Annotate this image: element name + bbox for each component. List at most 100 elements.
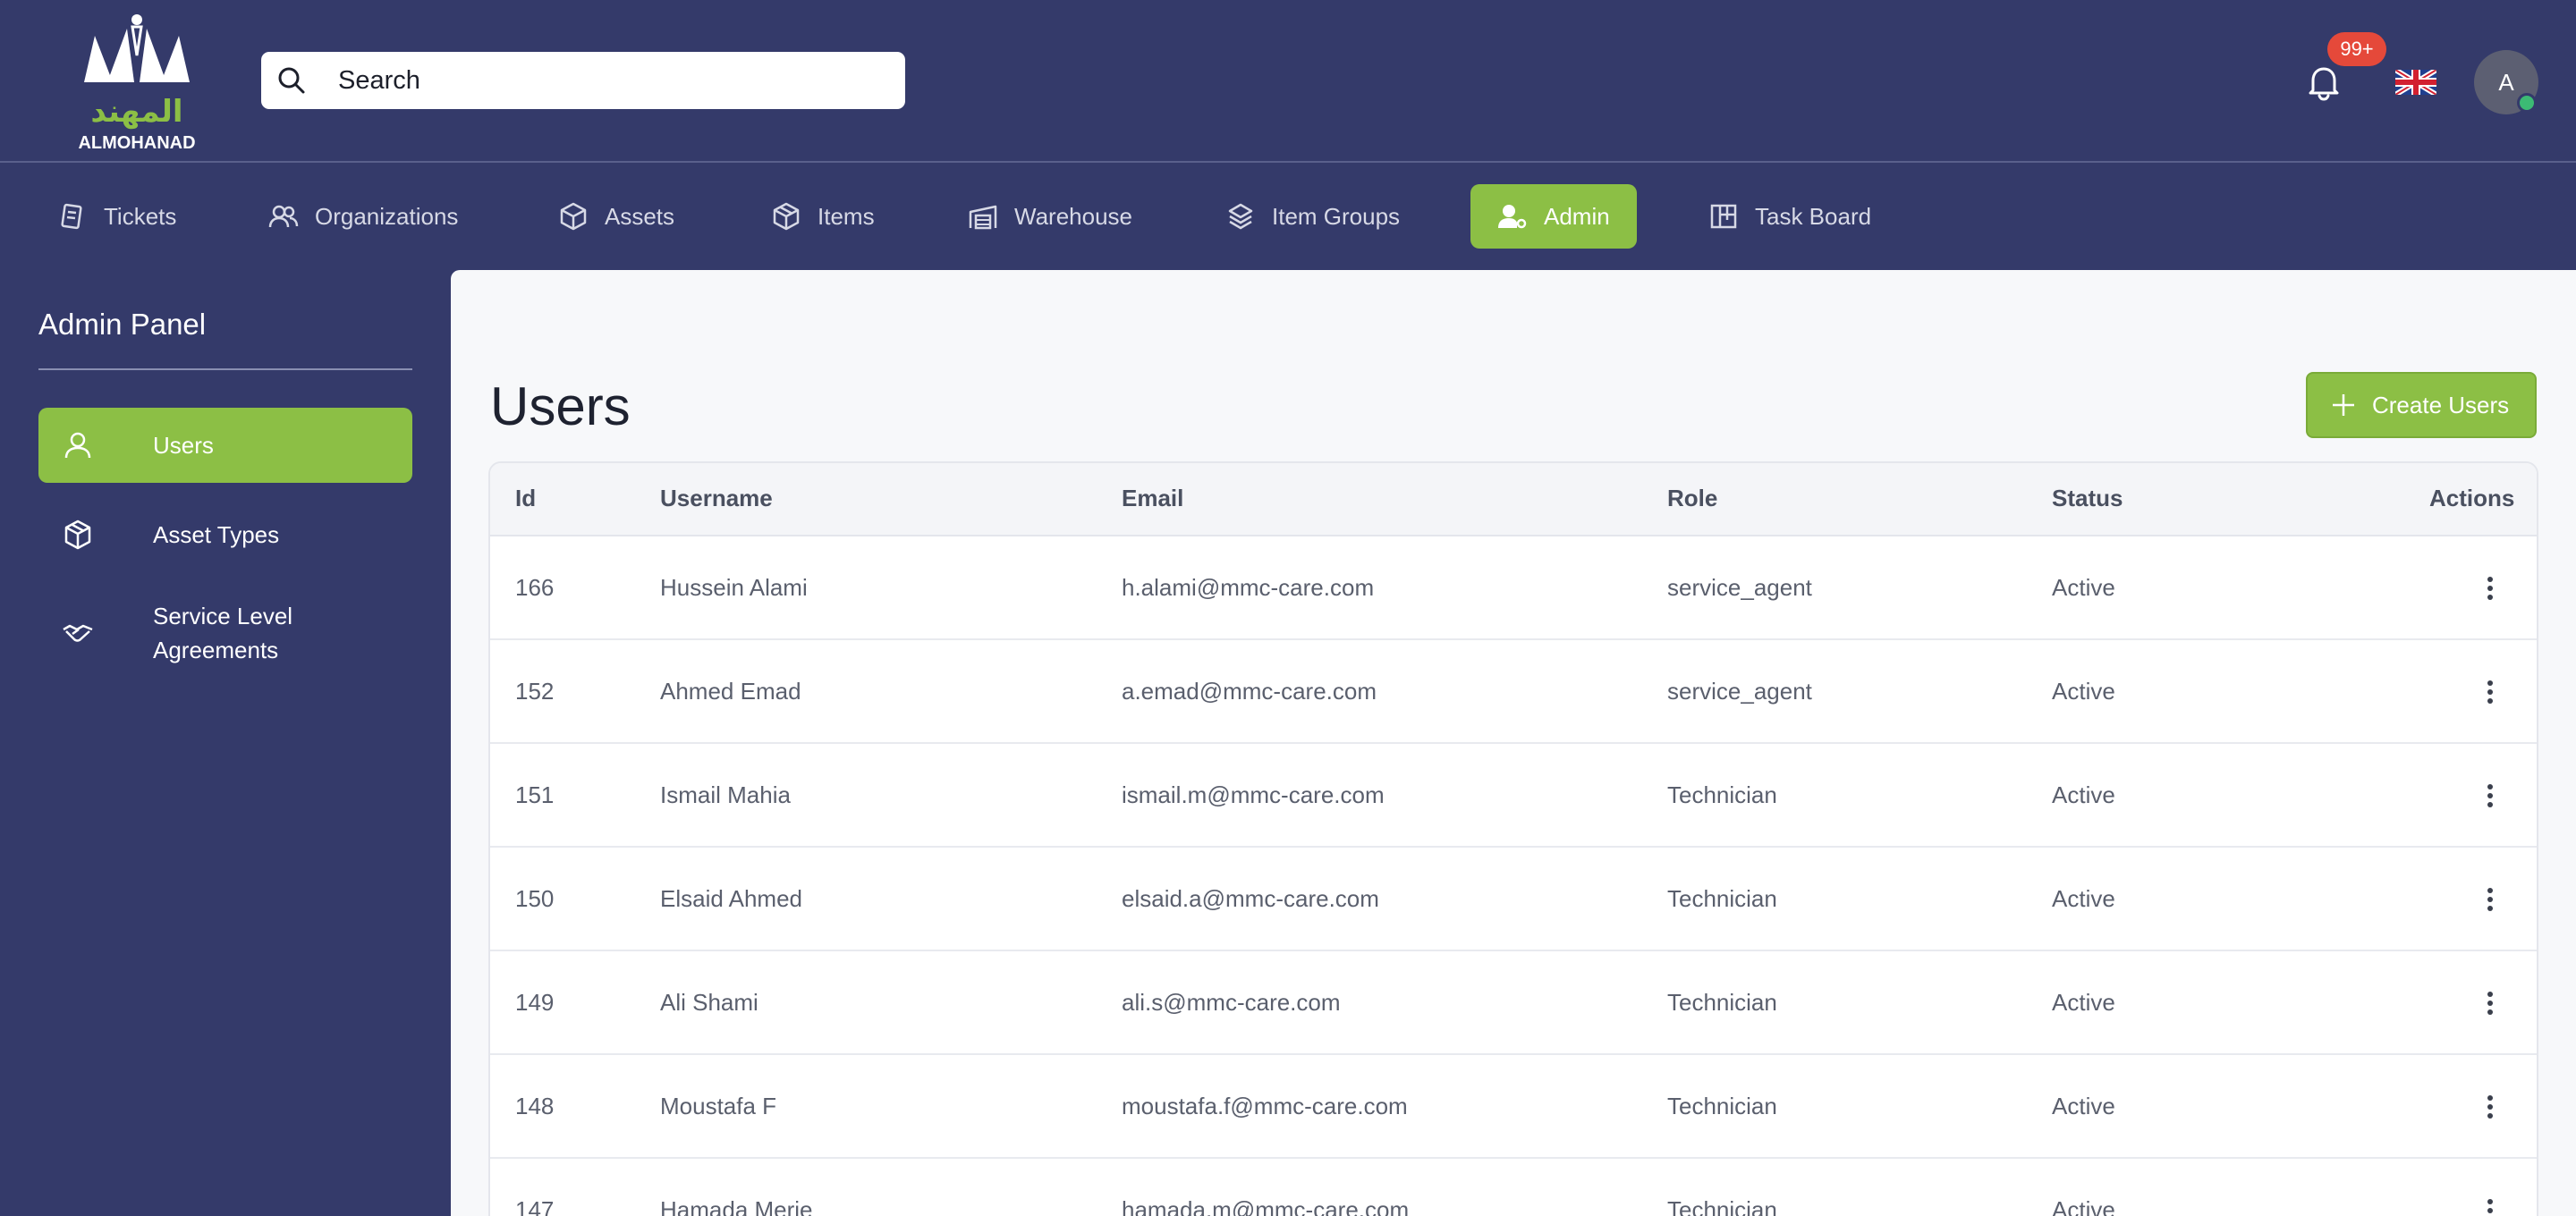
nav-label: Items bbox=[818, 202, 875, 230]
cell-id: 148 bbox=[515, 1093, 555, 1119]
cell-username: Ahmed Emad bbox=[660, 678, 801, 705]
sidebar-item-label: Users bbox=[153, 432, 214, 459]
ticket-icon bbox=[61, 203, 82, 230]
nav-label: Organizations bbox=[315, 202, 459, 230]
cell-id: 147 bbox=[515, 1196, 555, 1216]
cell-id: 166 bbox=[515, 574, 555, 601]
cell-status: Active bbox=[2052, 781, 2115, 808]
column-header-email[interactable]: Email bbox=[1122, 485, 1183, 512]
sidebar-divider bbox=[38, 368, 412, 370]
nav-label: Task Board bbox=[1755, 202, 1872, 230]
more-vertical-icon[interactable] bbox=[2474, 780, 2506, 812]
nav-organizations[interactable]: Organizations bbox=[242, 184, 485, 249]
bell-icon[interactable] bbox=[2302, 61, 2345, 104]
cell-email: ali.s@mmc-care.com bbox=[1122, 989, 1341, 1016]
table-row[interactable]: 149 Ali Shami ali.s@mmc-care.com Technic… bbox=[490, 951, 2537, 1055]
nav-admin[interactable]: Admin bbox=[1470, 184, 1637, 249]
cell-role: Technician bbox=[1667, 885, 1777, 912]
top-header: المهند ALMOHANAD Search 99+ A bbox=[0, 0, 2576, 163]
cell-username: Ismail Mahia bbox=[660, 781, 791, 808]
cell-username: Moustafa F bbox=[660, 1093, 777, 1119]
column-header-id[interactable]: Id bbox=[515, 485, 536, 512]
cell-email: moustafa.f@mmc-care.com bbox=[1122, 1093, 1408, 1119]
create-users-button[interactable]: Create Users bbox=[2306, 372, 2537, 438]
nav-label: Item Groups bbox=[1272, 202, 1401, 230]
cell-role: Technician bbox=[1667, 781, 1777, 808]
nav-label: Admin bbox=[1544, 202, 1610, 230]
sidebar-item-service-level-agreements[interactable]: Service Level Agreements bbox=[38, 594, 412, 674]
svg-text:المهند: المهند bbox=[90, 94, 182, 130]
table-row[interactable]: 166 Hussein Alami h.alami@mmc-care.com s… bbox=[490, 536, 2537, 640]
board-icon bbox=[1710, 204, 1737, 229]
cell-email: a.emad@mmc-care.com bbox=[1122, 678, 1377, 705]
cell-role: service_agent bbox=[1667, 574, 1812, 601]
nav-item-groups[interactable]: Item Groups bbox=[1199, 184, 1427, 249]
table-row[interactable]: 148 Moustafa F moustafa.f@mmc-care.com T… bbox=[490, 1055, 2537, 1159]
cell-id: 150 bbox=[515, 885, 555, 912]
more-vertical-icon[interactable] bbox=[2474, 676, 2506, 708]
cell-email: elsaid.a@mmc-care.com bbox=[1122, 885, 1379, 912]
cell-status: Active bbox=[2052, 1196, 2115, 1216]
more-vertical-icon[interactable] bbox=[2474, 1195, 2506, 1216]
sidebar-item-asset-types[interactable]: Asset Types bbox=[38, 497, 412, 572]
plus-icon bbox=[2333, 394, 2354, 416]
table-header: Id Username Email Role Status Actions bbox=[490, 463, 2537, 536]
cell-status: Active bbox=[2052, 989, 2115, 1016]
user-gear-icon bbox=[1498, 205, 1527, 229]
cell-email: h.alami@mmc-care.com bbox=[1122, 574, 1375, 601]
table-row[interactable]: 151 Ismail Mahia ismail.m@mmc-care.com T… bbox=[490, 744, 2537, 848]
sidebar-item-label: Asset Types bbox=[153, 521, 280, 548]
table-row[interactable]: 147 Hamada Merie hamada.m@mmc-care.com T… bbox=[490, 1159, 2537, 1216]
search-bar[interactable]: Search bbox=[261, 52, 905, 109]
nav-label: Tickets bbox=[104, 202, 177, 230]
table-row[interactable]: 152 Ahmed Emad a.emad@mmc-care.com servi… bbox=[490, 640, 2537, 744]
nav-warehouse[interactable]: Warehouse bbox=[941, 184, 1159, 249]
column-header-actions: Actions bbox=[2429, 485, 2515, 511]
main-nav: Tickets Organizations Assets Items Wareh… bbox=[0, 165, 2576, 270]
more-vertical-icon[interactable] bbox=[2474, 572, 2506, 604]
nav-tickets[interactable]: Tickets bbox=[30, 184, 203, 249]
search-icon bbox=[278, 67, 305, 94]
cell-username: Elsaid Ahmed bbox=[660, 885, 802, 912]
cell-status: Active bbox=[2052, 574, 2115, 601]
users-table: Id Username Email Role Status Actions 16… bbox=[488, 461, 2538, 1216]
column-header-status[interactable]: Status bbox=[2052, 485, 2123, 512]
more-vertical-icon[interactable] bbox=[2474, 1091, 2506, 1123]
cell-role: Technician bbox=[1667, 989, 1777, 1016]
search-input[interactable]: Search bbox=[338, 66, 420, 95]
more-vertical-icon[interactable] bbox=[2474, 883, 2506, 916]
cell-status: Active bbox=[2052, 885, 2115, 912]
cube-icon bbox=[64, 519, 91, 550]
cell-status: Active bbox=[2052, 678, 2115, 705]
layers-icon bbox=[1228, 203, 1253, 230]
nav-task-board[interactable]: Task Board bbox=[1682, 184, 1898, 249]
cell-username: Hussein Alami bbox=[660, 574, 808, 601]
almohanad-logo[interactable]: المهند ALMOHANAD bbox=[77, 11, 197, 154]
cell-role: Technician bbox=[1667, 1196, 1777, 1216]
create-users-label: Create Users bbox=[2372, 391, 2510, 418]
nav-assets[interactable]: Assets bbox=[531, 184, 701, 249]
table-row[interactable]: 150 Elsaid Ahmed elsaid.a@mmc-care.com T… bbox=[490, 848, 2537, 951]
notification-badge: 99+ bbox=[2327, 32, 2386, 66]
sidebar-item-users[interactable]: Users bbox=[38, 408, 412, 483]
more-vertical-icon[interactable] bbox=[2474, 987, 2506, 1019]
nav-items[interactable]: Items bbox=[744, 184, 902, 249]
page-title: Users bbox=[490, 376, 631, 436]
user-icon bbox=[64, 432, 91, 459]
cell-id: 149 bbox=[515, 989, 555, 1016]
users-icon bbox=[268, 205, 299, 228]
uk-flag-icon[interactable] bbox=[2395, 70, 2436, 95]
nav-label: Warehouse bbox=[1014, 202, 1132, 230]
cell-email: hamada.m@mmc-care.com bbox=[1122, 1196, 1410, 1216]
warehouse-icon bbox=[969, 205, 997, 230]
sidebar-title: Admin Panel bbox=[38, 308, 207, 341]
cell-id: 151 bbox=[515, 781, 555, 808]
cell-status: Active bbox=[2052, 1093, 2115, 1119]
handshake-icon bbox=[63, 624, 93, 642]
package-icon bbox=[773, 202, 800, 231]
admin-sidebar: Admin Panel Users Asset Types Service Le… bbox=[0, 270, 451, 1216]
sidebar-item-label: Service Level bbox=[153, 603, 293, 629]
box-icon bbox=[560, 202, 587, 231]
column-header-username[interactable]: Username bbox=[660, 485, 773, 512]
column-header-role[interactable]: Role bbox=[1667, 485, 1717, 512]
